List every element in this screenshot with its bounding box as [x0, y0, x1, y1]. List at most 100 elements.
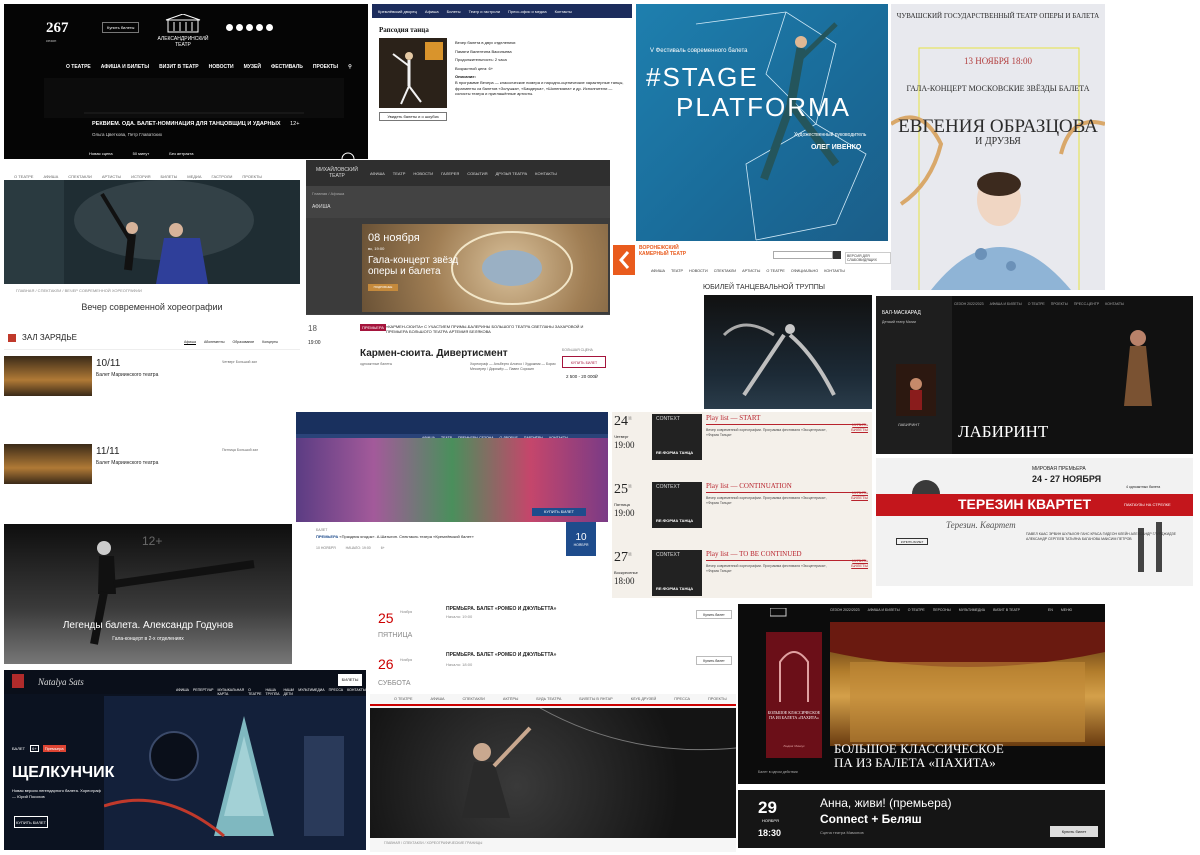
nav-item[interactable]: ТЕАТР	[671, 269, 683, 273]
nav-item[interactable]: ОФИЦИАЛЬНО	[791, 269, 818, 273]
buy-tickets-link[interactable]: КУПИТЬ БИЛЕТЫ	[840, 422, 868, 432]
event-title[interactable]: Play list — START	[706, 414, 760, 422]
theatre-logo[interactable]	[770, 608, 790, 618]
nav-item[interactable]: АФИША	[176, 688, 189, 696]
hall-logo[interactable]: ЗАЛ ЗАРЯДЬЕ	[22, 333, 77, 342]
nav-item[interactable]: СПЕКТАКЛИ	[463, 697, 485, 701]
theatre-logo[interactable]: Natalya Sats	[38, 674, 98, 690]
list-item[interactable]: 11/11 Балет Мариинского театра Пятница Б…	[4, 444, 300, 486]
theatre-logo[interactable]: АЛЕКСАНДРИНСКИЙ ТЕАТР	[154, 14, 212, 48]
nav-item[interactable]: АФИША	[43, 174, 58, 179]
telegram-icon[interactable]	[236, 24, 243, 31]
nav-item[interactable]: Билеты	[447, 9, 461, 14]
nav-item[interactable]: ФЕСТИВАЛЬ	[271, 64, 303, 70]
nav-item[interactable]: АФИША И БИЛЕТЫ	[990, 302, 1022, 306]
tab-concerts[interactable]: Концерты	[262, 340, 278, 345]
nav-item[interactable]: МУЗЕЙ	[244, 64, 261, 70]
buy-ticket-button[interactable]: Купить билет	[696, 656, 732, 665]
nav-item[interactable]: О ТЕАТРЕ	[1028, 302, 1045, 306]
search-icon[interactable]	[833, 251, 841, 259]
search-input[interactable]	[773, 251, 833, 259]
nav-item[interactable]: ПРЕСС-ЦЕНТР	[1074, 302, 1099, 306]
nav-item[interactable]: РЕПЕРТУАР	[193, 688, 214, 696]
event-title[interactable]: Play list — TO BE CONTINUED	[706, 550, 802, 558]
nav-item[interactable]: БИЛЕТЫ В ЯНТАР	[579, 697, 612, 701]
breadcrumb[interactable]: Главная / Афиша	[312, 191, 344, 196]
nav-item[interactable]: Театр и гастроли	[469, 9, 500, 14]
buy-tickets-link[interactable]: КУПИТЬ БИЛЕТЫ	[840, 558, 868, 568]
nav-item[interactable]: МЕДИА	[187, 174, 201, 179]
nav-item[interactable]: О ТЕАТРЕ	[394, 697, 412, 701]
nav-item[interactable]: БИЛЕТЫ	[161, 174, 178, 179]
breadcrumb[interactable]: ГЛАВНАЯ / СПЕКТАКЛИ / ВЕЧЕР СОВРЕМЕННОЙ …	[16, 288, 142, 293]
nav-item[interactable]: АФИША	[651, 269, 665, 273]
details-button[interactable]: ПОДРОБНЕЕ	[368, 284, 398, 291]
nav-item[interactable]: ГАЛЕРЕЯ	[441, 171, 459, 176]
nav-item[interactable]: СОБЫТИЯ	[467, 171, 487, 176]
nav-item[interactable]: ПРОЕКТЫ	[242, 174, 262, 179]
event-title[interactable]: Анна, живи! (премьера)	[820, 796, 951, 810]
event-title[interactable]: ПРЕМЬЕРА. БАЛЕТ «РОМЕО И ДЖУЛЬЕТТА»	[446, 606, 556, 612]
nav-item[interactable]: ДРУЗЬЯ ТЕАТРА	[496, 171, 528, 176]
buy-ticket-button[interactable]: Купить билет	[1050, 826, 1098, 837]
event-title[interactable]: Play list — CONTINUATION	[706, 482, 792, 490]
event-title[interactable]: Гала-концерт звёзд оперы и балета	[368, 255, 478, 277]
theatre-logo[interactable]	[613, 245, 635, 275]
nav-item[interactable]: НАША ТРУППА	[266, 688, 280, 696]
tab-afisha[interactable]: Афиша	[184, 340, 196, 345]
tab-subscriptions[interactable]: Абонементы	[204, 340, 225, 345]
nav-item[interactable]: АРТИСТЫ	[742, 269, 760, 273]
nav-item[interactable]: НАШИ ДЕТИ	[283, 688, 294, 696]
theatre-logo[interactable]: МИХАЙЛОВСКИЙ ТЕАТР	[312, 167, 362, 179]
nav-item[interactable]: О ТЕАТРЕ	[14, 174, 33, 179]
nav-item[interactable]: АФИША	[370, 171, 385, 176]
nav-item[interactable]: ПРОЕКТЫ	[1051, 302, 1068, 306]
nav-item[interactable]: СЕЗОН 2022/2023	[830, 608, 860, 612]
nav-item[interactable]: О ТЕАТРЕ	[908, 608, 925, 612]
accessibility-icon[interactable]	[266, 24, 273, 31]
nav-item[interactable]: ПРОЕКТЫ	[313, 64, 338, 70]
nav-item[interactable]: МУЛЬТИМЕДИА	[298, 688, 324, 696]
event-headline[interactable]: РЕКВИЕМ. ОДА. БАЛЕТ-НОМИНАЦИЯ ДЛЯ ТАНЦОВ…	[92, 121, 299, 127]
buy-tickets-button[interactable]: Купить билеты	[102, 22, 140, 33]
nav-item[interactable]: НОВОСТИ	[209, 64, 234, 70]
nav-item[interactable]: АФИША И БИЛЕТЫ	[101, 64, 149, 70]
nav-item[interactable]: АРТИСТЫ	[102, 174, 121, 179]
calendar-badge[interactable]: 10 НОЯБРЯ	[566, 522, 596, 556]
nav-item[interactable]: О ТЕАТРЕ	[766, 269, 784, 273]
event-title[interactable]: Легенды балета. Александр Годунов	[4, 620, 292, 631]
nav-item[interactable]: МУЗЫКАЛЬНАЯ КАРТА	[217, 688, 244, 696]
nav-item[interactable]: АКТЁРЫ	[503, 697, 519, 701]
event-title[interactable]: ПРЕМЬЕРА. БАЛЕТ «РОМЕО И ДЖУЛЬЕТТА»	[446, 652, 556, 658]
search-icon[interactable]: ⚲	[348, 64, 352, 70]
nav-item[interactable]: ИСТОРИЯ	[131, 174, 150, 179]
nav-item[interactable]: ПЕРСОНЫ	[933, 608, 951, 612]
buy-tickets-link[interactable]: КУПИТЬ БИЛЕТЫ	[840, 490, 868, 500]
schedule-button[interactable]: Увидеть балеты и о шоубиз	[379, 112, 447, 121]
nav-item[interactable]: ПРЕССА	[329, 688, 344, 696]
nav-item[interactable]: ВИЗИТ В ТЕАТР	[159, 64, 199, 70]
nav-item[interactable]: АФИША	[430, 697, 444, 701]
nav-item[interactable]: БУДЬ ТЕАТРА	[536, 697, 561, 701]
nav-item[interactable]: КОНТАКТЫ	[535, 171, 557, 176]
nav-item[interactable]: СПЕКТАКЛИ	[714, 269, 736, 273]
nav-item[interactable]: МУЛЬТИМЕДИА	[959, 608, 985, 612]
nav-item[interactable]: О ТЕАТРЕ	[248, 688, 261, 696]
nav-item[interactable]: ПРОЕКТЫ	[708, 697, 727, 701]
nav-item[interactable]: НОВОСТИ	[413, 171, 433, 176]
language-switch[interactable]: EN	[1048, 608, 1053, 612]
nav-item[interactable]: КОНТАКТЫ	[1105, 302, 1124, 306]
buy-ticket-button[interactable]: Купить билет	[696, 610, 732, 619]
mini-poster[interactable]	[896, 364, 936, 416]
nav-item[interactable]: КОНТАКТЫ	[824, 269, 844, 273]
youtube-icon[interactable]	[246, 24, 253, 31]
buy-ticket-button[interactable]: КУПИТЬ БИЛЕТ	[532, 508, 586, 516]
accessibility-version-link[interactable]: ВЕРСИЯ ДЛЯ СЛАБОВИДЯЩИХ	[845, 252, 891, 264]
nav-item[interactable]: Контакты	[555, 9, 572, 14]
nav-item[interactable]: АФИША И БИЛЕТЫ	[868, 608, 900, 612]
nav-item[interactable]: ВИЗИТ В ТЕАТР	[993, 608, 1020, 612]
nav-item[interactable]: Афиша	[425, 9, 439, 14]
buy-ticket-button[interactable]: КУПИТЬ БИЛЕТ	[562, 356, 606, 368]
breadcrumb[interactable]: ГЛАВНАЯ / СПЕКТАКЛИ / ХОРЕОГРАФИЧЕСКИЕ Г…	[384, 841, 482, 845]
nav-item[interactable]: Пресс-офис и медиа	[508, 9, 547, 14]
